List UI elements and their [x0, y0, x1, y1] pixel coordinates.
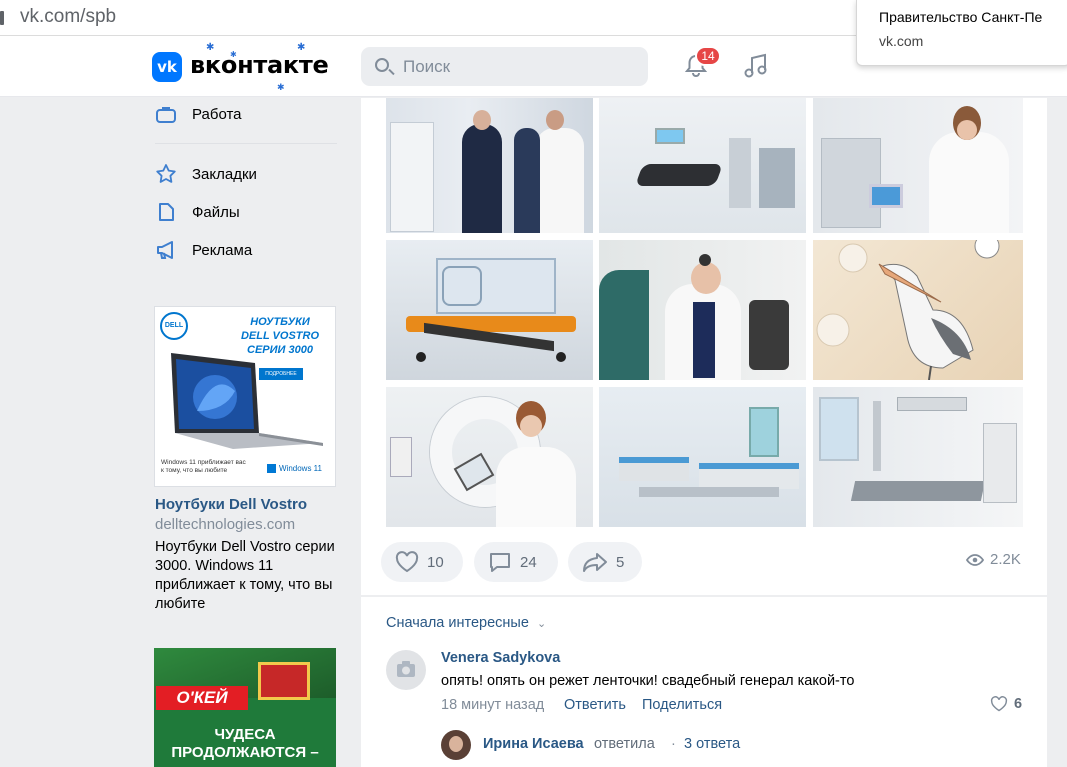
- camera-icon: [397, 661, 415, 677]
- reply-action: ответила: [594, 736, 655, 752]
- ad-description: Ноутбуки Dell Vostro серии 3000. Windows…: [155, 539, 335, 612]
- comment-text: опять! опять он режет ленточки! свадебны…: [441, 673, 855, 689]
- like-button[interactable]: 10: [381, 542, 463, 582]
- reply-button[interactable]: Ответить: [564, 697, 626, 713]
- gift-image: [258, 662, 310, 700]
- post-photo[interactable]: [386, 98, 593, 233]
- ad-banner-okey[interactable]: О'КЕЙ ЧУДЕСА ПРОДОЛЖАЮТСЯ –: [154, 648, 336, 767]
- sidebar-item-bookmarks[interactable]: Закладки: [155, 160, 257, 188]
- music-icon[interactable]: [743, 53, 769, 79]
- comment-time[interactable]: 18 минут назад: [441, 697, 544, 713]
- share-button[interactable]: 5: [568, 542, 642, 582]
- pelican-image: [816, 240, 1000, 380]
- replies-count-link[interactable]: 3 ответа: [684, 736, 740, 752]
- share-count: 5: [616, 553, 625, 571]
- sidebar-item-label: Файлы: [192, 203, 240, 221]
- ad-banner-dell[interactable]: DELL НОУТБУКИ DELL VOSTRO СЕРИИ 3000 ПОД…: [154, 306, 336, 487]
- comment-icon: [490, 553, 510, 572]
- snowflake-icon: ✱: [277, 82, 285, 92]
- sidebar-item-ads[interactable]: Реклама: [155, 236, 252, 264]
- post-photo[interactable]: [813, 240, 1023, 380]
- popup-site: vk.com: [879, 33, 924, 49]
- banner-heading: НОУТБУКИ: [250, 316, 310, 328]
- windows-logo: Windows 11: [267, 464, 322, 473]
- sidebar-item-work[interactable]: Работа: [155, 100, 242, 128]
- search-placeholder: Поиск: [403, 57, 451, 76]
- post-photo[interactable]: [386, 387, 593, 527]
- views-count: 2.2K: [990, 551, 1021, 568]
- vk-logo-icon[interactable]: vk: [152, 52, 182, 82]
- url-text[interactable]: vk.com/spb: [20, 6, 116, 28]
- logo-text[interactable]: вконтакте: [190, 51, 329, 79]
- sidebar-item-label: Реклама: [192, 241, 253, 259]
- post-photo[interactable]: [599, 240, 806, 380]
- like-count: 10: [427, 553, 444, 571]
- chevron-down-icon: ⌄: [536, 618, 547, 630]
- separator-dot: ·: [671, 736, 676, 752]
- notification-popup[interactable]: Правительство Санкт-Пе vk.com: [856, 0, 1067, 66]
- briefcase-icon: [156, 107, 176, 123]
- dell-logo: DELL: [160, 312, 188, 340]
- views-counter: 2.2K: [966, 551, 1021, 568]
- ad2-line: ЧУДЕСА: [214, 726, 276, 743]
- heart-icon: [990, 696, 1008, 712]
- comment-like-button[interactable]: 6: [990, 696, 1022, 712]
- sidebar-item-label: Работа: [192, 105, 242, 123]
- sidebar-divider: [155, 143, 337, 144]
- file-icon: [159, 203, 174, 221]
- comment-button[interactable]: 24: [474, 542, 558, 582]
- share-comment-button[interactable]: Поделиться: [642, 697, 722, 713]
- ad-domain[interactable]: delltechnologies.com: [155, 516, 295, 533]
- snowflake-icon: ✱: [230, 50, 237, 59]
- okey-logo: О'КЕЙ: [156, 686, 248, 710]
- post-photo[interactable]: [599, 98, 806, 233]
- banner-heading: DELL VOSTRO: [240, 330, 320, 342]
- comment-author[interactable]: Venera Sadykova: [441, 650, 560, 666]
- share-icon: [583, 553, 607, 572]
- comment-count: 24: [520, 553, 537, 571]
- windows-label: Windows 11: [279, 464, 322, 473]
- post-photo[interactable]: [813, 387, 1023, 527]
- laptop-image: [171, 353, 323, 449]
- comments-sort-dropdown[interactable]: Сначала интересные ⌄: [386, 615, 546, 631]
- windows-icon: [267, 464, 276, 473]
- sort-label: Сначала интересные: [386, 615, 529, 631]
- popup-title: Правительство Санкт-Пе: [879, 9, 1043, 25]
- logo-letters: vk: [157, 58, 177, 76]
- lock-icon: [0, 11, 4, 25]
- comment-like-count: 6: [1014, 696, 1023, 712]
- ad2-line: ПРОДОЛЖАЮТСЯ –: [171, 744, 319, 761]
- post-photo[interactable]: [813, 98, 1023, 233]
- megaphone-icon: [157, 241, 173, 259]
- snowflake-icon: ✱: [297, 42, 306, 53]
- snowflake-icon: ✱: [206, 42, 215, 53]
- reply-author[interactable]: Ирина Исаева: [483, 736, 584, 752]
- eye-icon: [966, 553, 984, 566]
- ad-title[interactable]: Ноутбуки Dell Vostro: [155, 496, 307, 513]
- search-icon: [375, 58, 389, 72]
- avatar[interactable]: [441, 730, 471, 760]
- banner-caption: Windows 11 приближает вас к тому, что вы…: [161, 459, 246, 474]
- post-photo[interactable]: [599, 387, 806, 527]
- notification-badge: 14: [695, 46, 721, 66]
- post-photo[interactable]: [386, 240, 593, 380]
- sidebar-item-label: Закладки: [192, 165, 257, 183]
- avatar[interactable]: [386, 650, 426, 690]
- heart-icon: [395, 551, 419, 573]
- sidebar-item-files[interactable]: Файлы: [155, 198, 240, 226]
- star-icon: [156, 164, 176, 183]
- search-input[interactable]: Поиск: [361, 47, 648, 86]
